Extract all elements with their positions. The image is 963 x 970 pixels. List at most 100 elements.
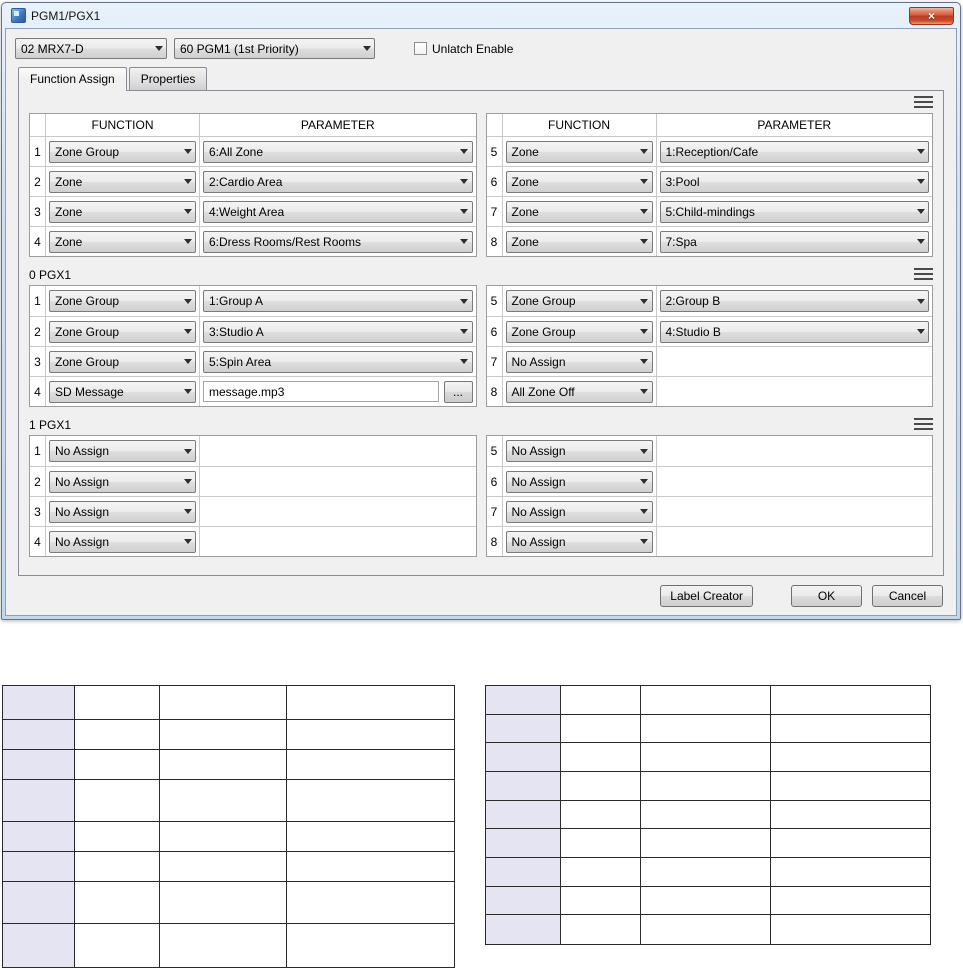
function-select[interactable]: Zone <box>505 200 653 223</box>
function-select[interactable]: Zone Group <box>49 290 196 312</box>
parameter-select[interactable]: 1:Reception/Cafe <box>659 140 929 163</box>
function-select[interactable]: Zone <box>505 170 653 193</box>
parameter-cell: 4:Studio B <box>657 317 933 346</box>
parameter-cell: 2:Cardio Area <box>200 167 476 196</box>
function-cell: Zone <box>503 197 657 226</box>
menu-icon[interactable] <box>914 266 933 284</box>
label-cell <box>561 829 641 858</box>
table-row: 8 No Assign <box>486 526 932 556</box>
combo-value: 3:Studio A <box>209 324 264 339</box>
function-select[interactable]: No Assign <box>49 470 196 493</box>
parameter-select[interactable]: 3:Studio A <box>203 320 473 343</box>
function-select[interactable]: Zone <box>505 140 653 163</box>
function-cell: No Assign <box>503 436 657 466</box>
section-header: 0 PGX1 <box>29 262 933 284</box>
tab-properties[interactable]: Properties <box>128 67 208 90</box>
priority-select[interactable]: 60 PGM1 (1st Priority) <box>174 38 375 59</box>
function-select[interactable]: Zone Group <box>49 320 196 343</box>
parameter-select[interactable]: 4:Studio B <box>659 320 929 343</box>
cancel-button[interactable]: Cancel <box>872 585 943 607</box>
parameter-select[interactable]: 1:Group A <box>203 290 473 312</box>
row-number: 7 <box>487 497 503 526</box>
label-cell <box>3 720 75 750</box>
function-select[interactable]: Zone <box>49 170 196 193</box>
label-cell <box>486 771 561 801</box>
parameter-select[interactable]: 7:Spa <box>659 230 929 253</box>
row-number: 5 <box>487 286 503 316</box>
device-select[interactable]: 02 MRX7-D <box>15 38 167 59</box>
window-title: PGM1/PGX1 <box>31 8 101 23</box>
browse-button[interactable]: ... <box>443 380 473 403</box>
function-select[interactable]: No Assign <box>49 530 196 553</box>
checkbox-box[interactable] <box>414 42 427 55</box>
table-row: 4 Zone 6:Dress Rooms/Rest Rooms <box>30 226 476 256</box>
function-table: 5 Zone Group 2:Group B 6 Zone Group 4:Studio … <box>485 285 933 407</box>
function-select[interactable]: All Zone Off <box>505 380 653 403</box>
label-cell <box>641 743 771 772</box>
function-select[interactable]: No Assign <box>505 350 653 373</box>
function-select[interactable]: No Assign <box>49 440 196 462</box>
combo-value: Zone <box>511 144 539 159</box>
dialog-client-area: 02 MRX7-D 60 PGM1 (1st Priority) Unlatch… <box>5 28 957 616</box>
function-select[interactable]: No Assign <box>49 500 196 523</box>
function-select[interactable]: No Assign <box>505 470 653 493</box>
function-select[interactable]: SD Message <box>49 380 196 403</box>
parameter-select[interactable]: 6:Dress Rooms/Rest Rooms <box>203 230 473 253</box>
parameter-cell: 5:Spin Area <box>200 347 476 376</box>
row-number: 7 <box>487 347 503 376</box>
row-number: 6 <box>487 317 503 346</box>
parameter-select[interactable]: 4:Weight Area <box>203 200 473 223</box>
function-select[interactable]: Zone <box>505 230 653 253</box>
function-select[interactable]: No Assign <box>505 530 653 553</box>
combo-value: 7:Spa <box>665 234 697 249</box>
column-header-function: FUNCTION <box>46 114 200 136</box>
table-row: 5 Zone 1:Reception/Cafe <box>486 136 932 166</box>
table-row: 7 No Assign <box>486 346 932 376</box>
parameter-select[interactable]: 2:Group B <box>659 290 929 312</box>
function-select[interactable]: Zone <box>49 200 196 223</box>
menu-icon[interactable] <box>914 416 933 434</box>
function-select[interactable]: Zone <box>49 230 196 253</box>
row-number: 1 <box>30 436 46 466</box>
parameter-select[interactable]: 3:Pool <box>659 170 929 193</box>
function-cell: Zone <box>46 167 200 196</box>
label-cell <box>771 858 930 887</box>
chevron-down-icon <box>180 142 195 162</box>
label-creator-button[interactable]: Label Creator <box>660 585 753 607</box>
label-cell <box>75 924 160 967</box>
label-cell <box>486 857 561 887</box>
close-button[interactable]: × <box>909 6 954 25</box>
parameter-select[interactable]: 5:Spin Area <box>203 350 473 373</box>
ok-button[interactable]: OK <box>791 585 862 607</box>
function-select[interactable]: Zone Group <box>49 140 196 163</box>
parameter-select[interactable]: 2:Cardio Area <box>203 170 473 193</box>
table-row: 2 Zone Group 3:Studio A <box>30 316 476 346</box>
unlatch-enable-checkbox[interactable]: Unlatch Enable <box>414 42 513 56</box>
function-cell: All Zone Off <box>503 377 657 406</box>
function-select[interactable]: Zone Group <box>505 290 653 312</box>
function-select[interactable]: No Assign <box>505 440 653 462</box>
label-cell <box>771 715 930 744</box>
label-cell <box>486 743 561 772</box>
title-bar[interactable]: PGM1/PGX1 × <box>5 3 957 28</box>
menu-icon[interactable] <box>914 94 933 112</box>
tab-strip: Function Assign Properties <box>18 67 956 91</box>
function-select[interactable]: Zone Group <box>49 350 196 373</box>
label-cell <box>160 780 287 822</box>
chevron-down-icon <box>457 352 472 372</box>
tab-function-assign[interactable]: Function Assign <box>18 67 127 91</box>
parameter-cell <box>200 527 476 556</box>
chevron-down-icon <box>637 291 652 311</box>
row-number: 3 <box>30 497 46 526</box>
combo-value: SD Message <box>55 384 124 399</box>
label-cell <box>486 829 561 858</box>
function-table: 5 No Assign 6 No Assign 7 No Assign 8 No Assign <box>485 435 933 557</box>
chevron-down-icon <box>180 472 195 492</box>
label-cell <box>75 686 160 720</box>
function-select[interactable]: Zone Group <box>505 320 653 343</box>
parameter-select[interactable]: 5:Child-mindings <box>659 200 929 223</box>
sd-file-field[interactable]: message.mp3 <box>203 381 439 402</box>
parameter-select[interactable]: 6:All Zone <box>203 140 473 163</box>
close-icon: × <box>927 8 935 23</box>
function-select[interactable]: No Assign <box>505 500 653 523</box>
